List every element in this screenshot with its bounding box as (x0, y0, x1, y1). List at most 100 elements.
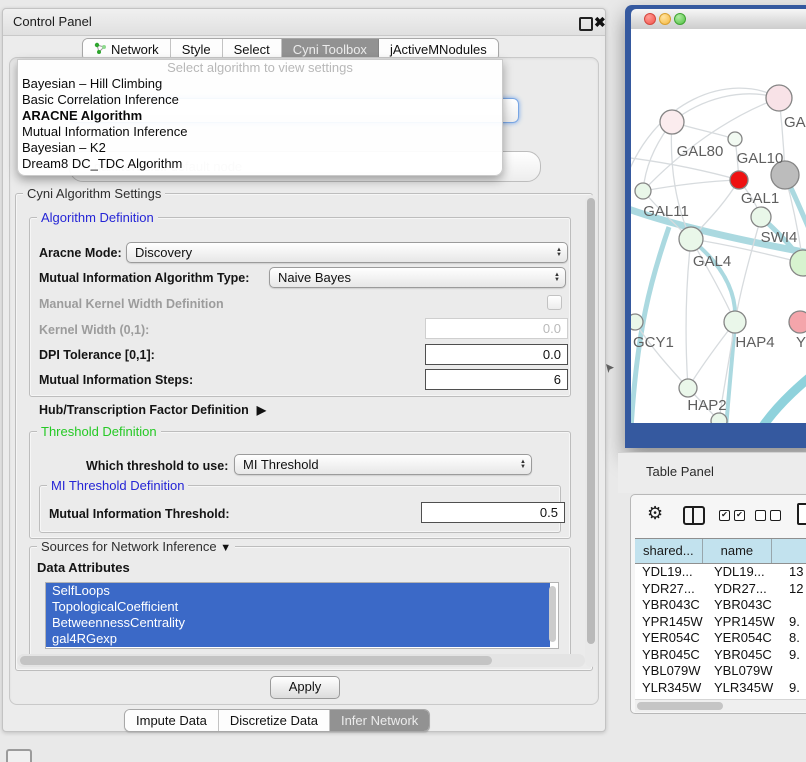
zoom-traffic-light[interactable] (674, 13, 686, 25)
algorithm-option-list: Bayesian – Hill ClimbingBasic Correlatio… (18, 76, 502, 172)
table-column-header[interactable] (772, 539, 806, 563)
close-traffic-light[interactable] (644, 13, 656, 25)
table-horizontal-scrollbar[interactable] (635, 699, 806, 712)
network-node[interactable] (679, 227, 703, 251)
table-cell: YPR145W (635, 614, 709, 631)
manual-kernel-width-checkbox[interactable] (547, 295, 562, 310)
table-column-header[interactable]: shared... (635, 539, 703, 563)
settings-horizontal-scrollbar[interactable] (17, 654, 585, 667)
network-node[interactable] (635, 183, 651, 199)
table-mode-icon[interactable] (797, 503, 806, 525)
settings-vertical-scrollbar-thumb[interactable] (587, 198, 595, 644)
table-row[interactable]: YLR345WYLR345W9. (635, 680, 806, 697)
close-icon[interactable]: ✖ (594, 12, 606, 32)
attribute-list-scrollbar[interactable] (549, 586, 556, 642)
attribute-item[interactable]: gal4RGexp (46, 631, 550, 647)
table-panel-window: ⚙ ✔ ✔ shared...name YDL19...YDL19...13YD… (630, 494, 806, 714)
network-edge (643, 180, 739, 191)
sources-group-title[interactable]: Sources for Network Inference ▼ (37, 539, 235, 554)
select-all-columns-icon[interactable]: ✔ ✔ (719, 510, 745, 521)
algorithm-option[interactable]: Dream8 DC_TDC Algorithm (18, 156, 502, 172)
hub-transcription-factor-section[interactable]: Hub/Transcription Factor Definition ▶ (39, 403, 266, 417)
network-node[interactable] (660, 110, 684, 134)
mouse-cursor (606, 364, 614, 373)
tab-impute-data[interactable]: Impute Data (125, 710, 219, 731)
network-node[interactable] (751, 207, 771, 227)
network-node[interactable] (631, 314, 643, 330)
apply-button[interactable]: Apply (270, 676, 340, 699)
algorithm-option[interactable]: ARACNE Algorithm (18, 108, 502, 124)
expand-right-icon[interactable]: ▶ (257, 403, 266, 417)
network-window-titlebar[interactable] (631, 9, 806, 30)
deselect-all-columns-icon[interactable] (755, 510, 781, 521)
table-row[interactable]: YBL079WYBL079W (635, 663, 806, 680)
tab-label: Style (182, 42, 211, 57)
table-cell (785, 663, 806, 680)
attribute-item[interactable]: SelfLoops (46, 583, 550, 599)
settings-vertical-scrollbar[interactable] (585, 195, 597, 667)
which-threshold-label: Which threshold to use: (86, 459, 228, 473)
network-edge (686, 239, 691, 388)
table-row[interactable]: YPR145WYPR145W9. (635, 614, 806, 631)
network-node[interactable] (730, 171, 748, 189)
network-node[interactable] (711, 413, 727, 423)
algorithm-option[interactable]: Bayesian – Hill Climbing (18, 76, 502, 92)
table-cell: YER054C (709, 630, 785, 647)
table-row[interactable]: YDR27...YDR27...12 (635, 581, 806, 598)
table-header-row: shared...name (635, 538, 806, 564)
control-panel-titlebar[interactable]: Control Panel ✖ (3, 9, 605, 36)
minimized-panel-icon[interactable] (6, 749, 32, 762)
float-window-icon[interactable] (579, 17, 593, 31)
minimize-traffic-light[interactable] (659, 13, 671, 25)
expand-down-icon[interactable]: ▼ (220, 542, 231, 554)
gear-icon[interactable]: ⚙ (647, 503, 663, 524)
tab-discretize-data[interactable]: Discretize Data (219, 710, 330, 731)
table-cell: YER054C (635, 630, 709, 647)
algorithm-option[interactable]: Basic Correlation Inference (18, 92, 502, 108)
table-row[interactable]: YDL19...YDL19...13 (635, 564, 806, 581)
aracne-mode-value: Discovery (135, 245, 192, 260)
table-cell: YLR345W (709, 680, 785, 697)
manual-kernel-width-label: Manual Kernel Width Definition (39, 297, 224, 311)
network-node[interactable] (790, 250, 806, 276)
node-label: GAL4 (693, 253, 731, 270)
table-row[interactable]: YBR043CYBR043C (635, 597, 806, 614)
settings-horizontal-scrollbar-thumb[interactable] (20, 656, 492, 665)
table-cell: 8. (785, 630, 806, 647)
table-horizontal-scrollbar-thumb[interactable] (637, 702, 723, 710)
network-node[interactable] (766, 85, 792, 111)
network-edge (761, 361, 806, 423)
algorithm-option[interactable]: Bayesian – K2 (18, 140, 502, 156)
table-column-header[interactable]: name (703, 539, 772, 563)
table-cell: 12 (785, 581, 806, 598)
tab-label: Infer Network (341, 713, 418, 728)
attribute-item[interactable]: TopologicalCoefficient (46, 599, 550, 615)
table-row[interactable]: YBR045CYBR045C9. (635, 647, 806, 664)
network-node[interactable] (728, 132, 742, 146)
table-row[interactable]: YER054CYER054C8. (635, 630, 806, 647)
data-attributes-list[interactable]: SelfLoopsTopologicalCoefficientBetweenne… (45, 582, 559, 649)
tab-infer-network[interactable]: Infer Network (330, 710, 429, 731)
mi-algorithm-type-combobox[interactable]: Naive Bayes (269, 267, 566, 288)
checked-box-icon: ✔ (719, 510, 730, 521)
mi-threshold-field[interactable]: 0.5 (421, 502, 565, 523)
network-node[interactable] (789, 311, 806, 333)
dpi-tolerance-field[interactable]: 0.0 (425, 344, 568, 365)
columns-icon[interactable] (683, 506, 705, 525)
table-panel-titlebar: Table Panel (618, 452, 806, 493)
tab-label: Impute Data (136, 713, 207, 728)
node-label: HAP2 (687, 397, 726, 414)
table-cell: YPR145W (709, 614, 785, 631)
kernel-width-label: Kernel Width (0,1): (39, 323, 149, 337)
table-cell: YBL079W (635, 663, 709, 680)
combo-spinner-icon (502, 99, 518, 122)
mi-steps-field[interactable]: 6 (425, 369, 568, 390)
aracne-mode-combobox[interactable]: Discovery (126, 242, 568, 263)
network-canvas[interactable]: GALGAL80GAL10GAL1GAL11SWI4GAL4GCY1HAP4YH… (631, 29, 806, 423)
attribute-item[interactable]: BetweennessCentrality (46, 615, 550, 631)
network-node[interactable] (724, 311, 746, 333)
algorithm-option[interactable]: Mutual Information Inference (18, 124, 502, 140)
network-node[interactable] (679, 379, 697, 397)
which-threshold-combobox[interactable]: MI Threshold (234, 454, 532, 475)
kernel-width-field[interactable]: 0.0 (425, 318, 568, 339)
